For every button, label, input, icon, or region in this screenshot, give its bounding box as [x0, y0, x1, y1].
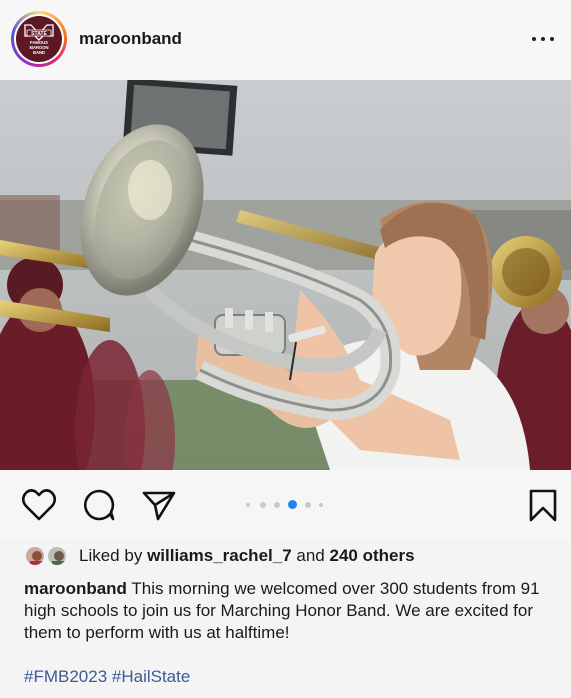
post-image[interactable]: honor	[0, 80, 571, 470]
likes-text[interactable]: Liked by williams_rachel_7 and 240 other…	[79, 546, 415, 566]
band-logo-svg: STATE FAMOUS MAROON BAND	[24, 24, 54, 55]
ellipsis-dot	[541, 37, 545, 41]
avatar[interactable]: STATE FAMOUS MAROON BAND	[11, 11, 67, 67]
send-icon[interactable]	[141, 488, 177, 522]
ellipsis-dot	[532, 37, 536, 41]
likes-conjunction: and	[296, 546, 325, 565]
carousel-indicator	[246, 500, 346, 510]
comment-icon[interactable]	[81, 488, 117, 522]
ellipsis-dot	[550, 37, 554, 41]
maroon-state-band-logo-icon: STATE FAMOUS MAROON BAND	[16, 16, 62, 62]
logo-state-text: STATE	[31, 31, 47, 37]
likes-prefix: Liked by	[79, 546, 143, 565]
post-username[interactable]: maroonband	[79, 29, 182, 49]
post-header: STATE FAMOUS MAROON BAND maroonband	[0, 0, 571, 80]
marching-band-photo-icon: honor	[0, 80, 571, 470]
likes-row: Liked by williams_rachel_7 and 240 other…	[24, 543, 564, 571]
post-actions	[0, 470, 571, 540]
carousel-dot	[274, 502, 280, 508]
liker-avatar	[24, 545, 46, 567]
caption-username[interactable]: maroonband	[24, 579, 127, 598]
liker-avatar	[46, 545, 68, 567]
carousel-dot	[260, 502, 266, 508]
ellipsis-icon[interactable]	[528, 26, 558, 52]
likes-others[interactable]: 240 others	[330, 546, 415, 565]
bookmark-icon[interactable]	[526, 488, 562, 522]
heart-icon[interactable]	[21, 488, 57, 522]
avatar-frame: STATE FAMOUS MAROON BAND	[14, 14, 64, 64]
logo-band-text: BAND	[33, 50, 45, 55]
post-hashtags[interactable]: #FMB2023 #HailState	[24, 667, 190, 687]
liker-username[interactable]: williams_rachel_7	[147, 546, 292, 565]
carousel-dot	[246, 503, 250, 507]
post-caption: maroonband This morning we welcomed over…	[24, 578, 544, 644]
carousel-dot-active	[288, 500, 297, 509]
carousel-dot	[305, 502, 311, 508]
carousel-dot	[319, 503, 323, 507]
